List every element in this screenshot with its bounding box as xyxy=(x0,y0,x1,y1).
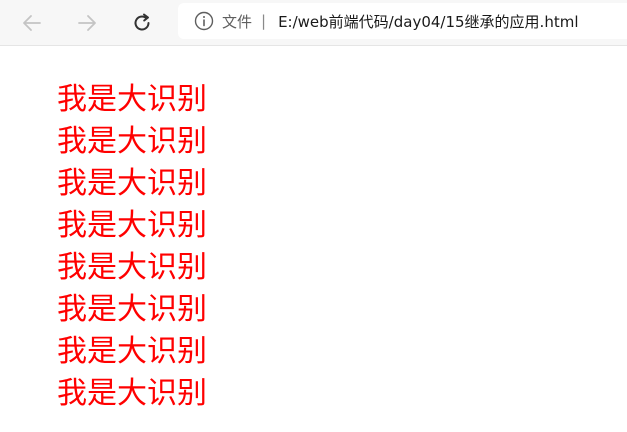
reload-icon xyxy=(131,12,153,34)
info-icon[interactable] xyxy=(194,11,214,31)
text-line: 我是大识别 xyxy=(57,208,207,243)
forward-button[interactable] xyxy=(70,6,104,40)
address-separator: | xyxy=(261,12,267,30)
site-label: 文件 xyxy=(222,12,253,31)
forward-arrow-icon xyxy=(76,12,98,34)
text-line: 我是大识别 xyxy=(57,166,207,201)
text-line: 我是大识别 xyxy=(57,250,207,285)
reload-button[interactable] xyxy=(125,6,159,40)
browser-toolbar: 文件 | E:/web前端代码/day04/15继承的应用.html xyxy=(0,0,627,46)
text-line: 我是大识别 xyxy=(57,376,207,411)
text-line: 我是大识别 xyxy=(57,124,207,159)
back-arrow-icon xyxy=(21,12,43,34)
back-button[interactable] xyxy=(15,6,49,40)
text-line: 我是大识别 xyxy=(57,82,207,117)
address-bar[interactable]: 文件 | E:/web前端代码/day04/15继承的应用.html xyxy=(178,3,627,39)
url-text[interactable]: E:/web前端代码/day04/15继承的应用.html xyxy=(278,11,578,32)
text-line: 我是大识别 xyxy=(57,292,207,327)
text-line: 我是大识别 xyxy=(57,334,207,369)
page-content: 我是大识别 我是大识别 我是大识别 我是大识别 我是大识别 我是大识别 我是大识… xyxy=(57,79,207,415)
